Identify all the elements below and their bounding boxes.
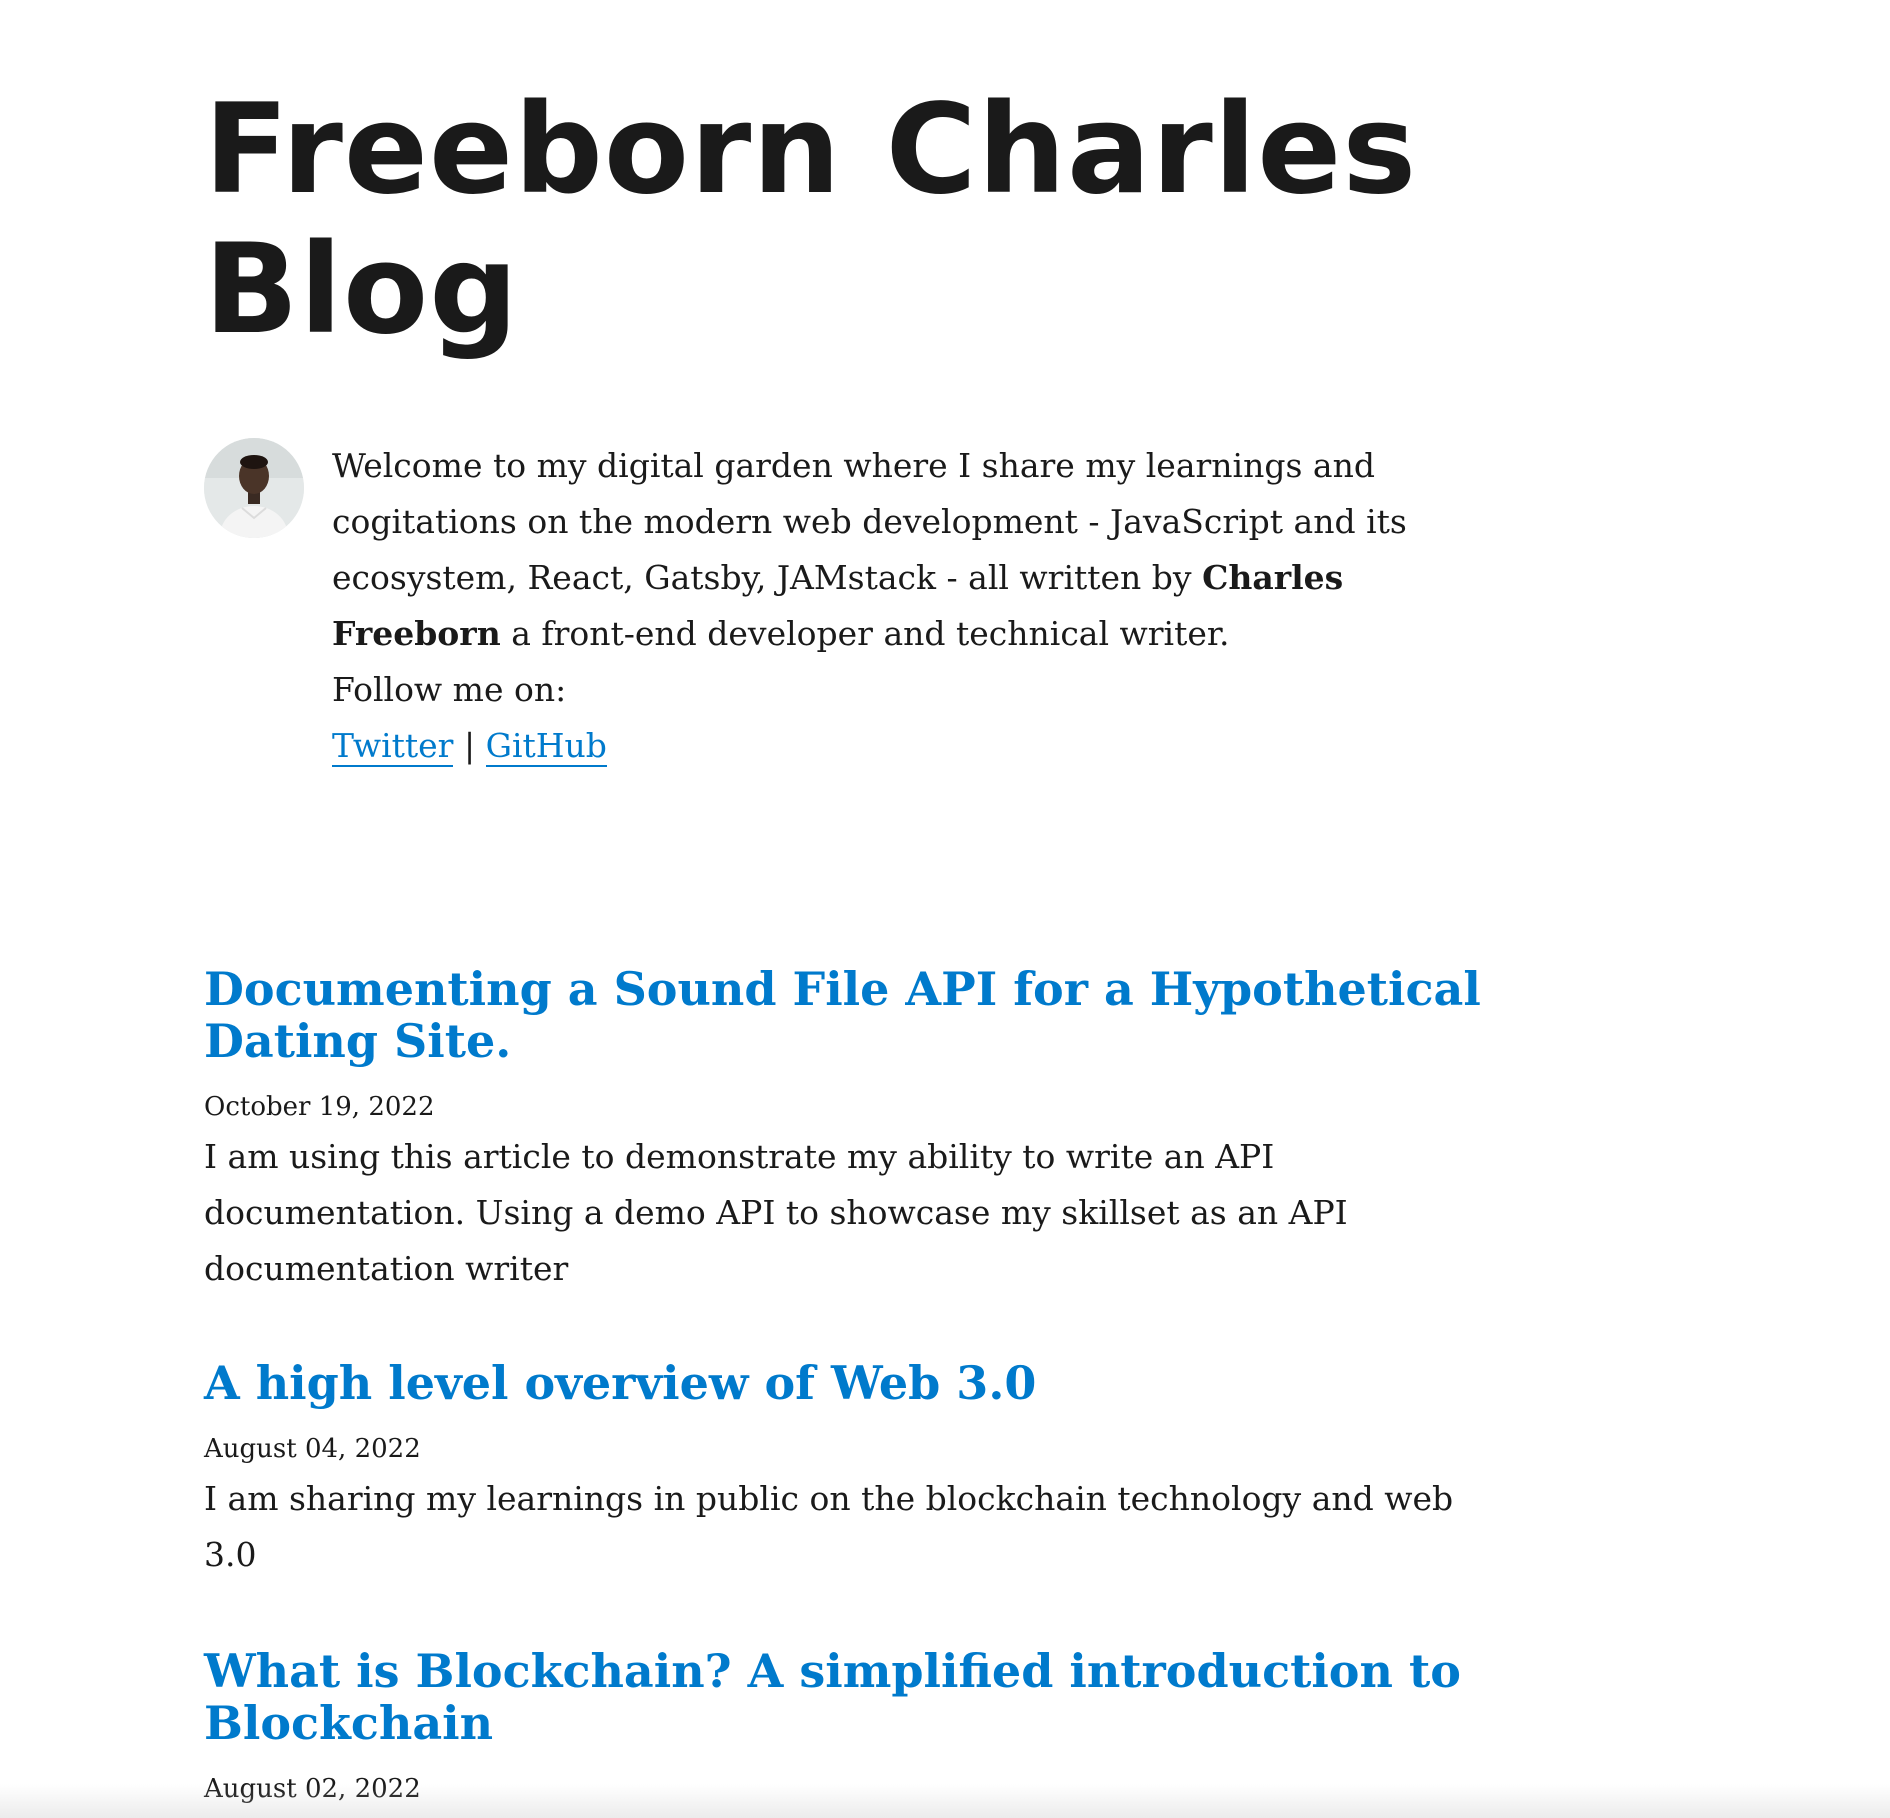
site-title[interactable]: Freeborn Charles Blog (204, 80, 1494, 360)
post-date: August 04, 2022 (204, 1434, 421, 1464)
post-title-link[interactable]: Documenting a Sound File API for a Hypot… (204, 962, 1481, 1068)
post-excerpt: I am using this article to demonstrate m… (204, 1137, 1348, 1288)
bio-text: Welcome to my digital garden where I sha… (332, 438, 1492, 774)
twitter-link[interactable]: Twitter (332, 726, 454, 767)
post-date: October 19, 2022 (204, 1092, 435, 1122)
github-link[interactable]: GitHub (485, 726, 607, 767)
post-title: Documenting a Sound File API for a Hypot… (204, 963, 1494, 1067)
avatar (204, 438, 304, 538)
post-excerpt: I am sharing my learnings in public on t… (204, 1479, 1454, 1574)
post-item: Documenting a Sound File API for a Hypot… (204, 963, 1494, 1297)
post-item: A high level overview of Web 3.0 August … (204, 1357, 1494, 1583)
link-separator: | (463, 726, 476, 765)
scroll-edge-shadow (0, 1784, 1890, 1818)
bio-intro: Welcome to my digital garden where I sha… (332, 438, 1492, 662)
avatar-image (204, 438, 304, 538)
bio-intro-text-end: a front-end developer and technical writ… (500, 614, 1230, 653)
post-title-link[interactable]: What is Blockchain? A simplified introdu… (204, 1644, 1461, 1750)
post-title: What is Blockchain? A simplified introdu… (204, 1645, 1494, 1749)
post-title: A high level overview of Web 3.0 (204, 1357, 1494, 1409)
follow-label: Follow me on: (332, 670, 567, 709)
post-title-link[interactable]: A high level overview of Web 3.0 (204, 1356, 1036, 1410)
social-links: Twitter | GitHub (332, 718, 1492, 774)
